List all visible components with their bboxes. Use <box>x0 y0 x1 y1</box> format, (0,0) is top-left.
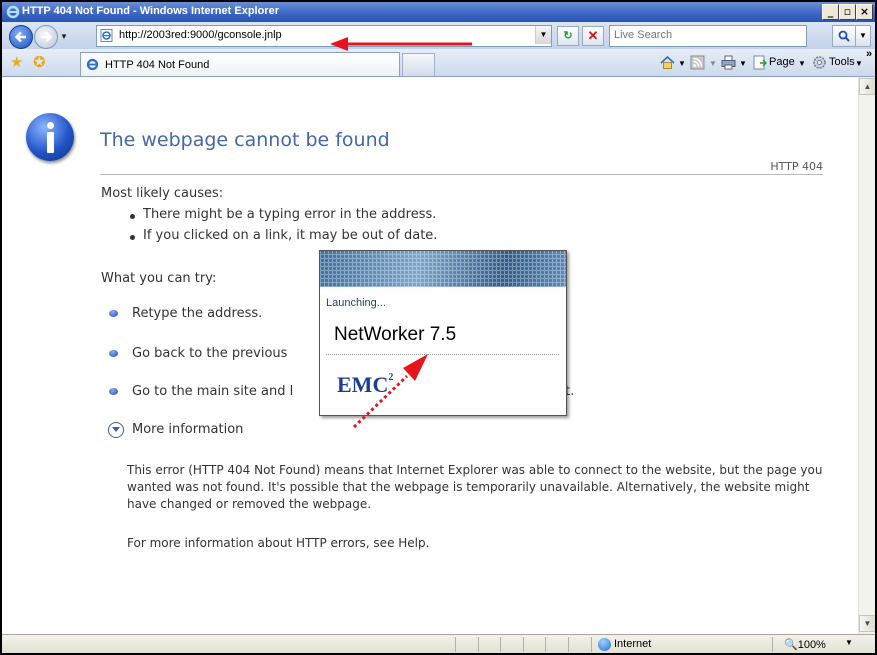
scroll-down-button[interactable]: ▼ <box>859 615 875 632</box>
print-dropdown-icon[interactable]: ▼ <box>739 59 747 68</box>
try-item: Retype the address. <box>132 306 263 321</box>
restore-button[interactable]: ▫ <box>839 4 856 20</box>
causes-heading: Most likely causes: <box>101 186 224 201</box>
search-button[interactable] <box>832 25 856 47</box>
home-icon[interactable] <box>660 55 675 70</box>
status-bar: Internet 🔍100% ▼ <box>2 634 875 653</box>
browser-window: HTTP 404 Not Found - Windows Internet Ex… <box>0 0 877 655</box>
page-icon <box>100 29 113 42</box>
security-zone[interactable]: Internet <box>614 638 651 650</box>
tab-label: HTTP 404 Not Found <box>105 59 210 71</box>
favorites-star-icon[interactable]: ★ <box>10 55 26 71</box>
tools-menu-button[interactable]: Tools <box>829 56 855 68</box>
ie-tab-icon <box>86 58 99 71</box>
networker-splash-dialog: Launching... NetWorker 7.5 EMC2 <box>319 250 567 416</box>
address-dropdown-icon[interactable]: ▼ <box>535 26 551 44</box>
vertical-scrollbar[interactable]: ▲ ▼ <box>858 77 875 634</box>
address-field[interactable]: http://2003red:9000/gconsole.jnlp ▼ <box>96 25 552 47</box>
minimize-button[interactable]: _ <box>822 4 839 20</box>
refresh-button[interactable]: ↻ <box>557 26 579 46</box>
home-dropdown-icon[interactable]: ▼ <box>678 59 686 68</box>
search-input[interactable] <box>614 28 800 42</box>
page-menu-icon <box>753 55 767 70</box>
blue-bullet-icon <box>109 388 118 395</box>
tools-gear-icon <box>813 56 826 69</box>
zoom-level[interactable]: 🔍100% <box>784 638 826 651</box>
close-button[interactable]: × <box>856 4 873 20</box>
feeds-dropdown-icon[interactable]: ▼ <box>709 59 717 68</box>
back-arrow-icon <box>14 31 26 43</box>
page-dropdown-icon[interactable]: ▼ <box>798 59 806 68</box>
print-icon[interactable] <box>721 55 736 70</box>
emc-logo: EMC2 <box>337 371 394 397</box>
feeds-icon[interactable] <box>690 55 705 70</box>
try-item-back-link[interactable]: Go back to the previous <box>132 346 287 361</box>
zoom-dropdown-icon[interactable]: ▼ <box>845 638 853 647</box>
page-menu-button[interactable]: Page <box>769 56 795 68</box>
expand-more-info-icon[interactable] <box>108 422 124 438</box>
error-code: HTTP 404 <box>770 160 823 173</box>
add-favorites-icon[interactable]: ✪ <box>33 55 49 71</box>
bullet <box>130 235 135 240</box>
more-commands-chevron-icon[interactable]: » <box>866 48 872 60</box>
try-item-main-site-link[interactable]: Go to the main site and l <box>132 384 293 399</box>
try-heading: What you can try: <box>101 271 217 286</box>
tools-dropdown-icon[interactable]: ▼ <box>855 59 863 68</box>
heading-divider <box>100 174 823 175</box>
new-tab-button[interactable] <box>402 53 435 76</box>
launching-label: Launching... <box>326 297 386 309</box>
cause-item: If you clicked on a link, it may be out … <box>143 228 438 243</box>
bullet <box>130 214 135 219</box>
blue-bullet-icon <box>109 350 118 357</box>
address-url: http://2003red:9000/gconsole.jnlp <box>119 29 282 41</box>
scroll-up-button[interactable]: ▲ <box>859 78 875 95</box>
error-details: This error (HTTP 404 Not Found) means th… <box>127 463 823 511</box>
splash-divider <box>326 354 559 355</box>
back-button[interactable] <box>9 25 33 49</box>
search-field[interactable] <box>609 25 807 47</box>
ie-logo-icon <box>6 5 20 19</box>
search-icon <box>838 30 850 42</box>
title-bar: HTTP 404 Not Found - Windows Internet Ex… <box>2 2 875 22</box>
info-icon <box>26 113 74 161</box>
more-information-link[interactable]: More information <box>132 422 243 437</box>
window-title: HTTP 404 Not Found - Windows Internet Ex… <box>22 5 279 17</box>
product-name: NetWorker 7.5 <box>334 324 457 345</box>
error-heading: The webpage cannot be found <box>100 129 390 151</box>
history-dropdown-icon[interactable]: ▼ <box>60 32 68 41</box>
page-content: The webpage cannot be found HTTP 404 Mos… <box>2 77 858 634</box>
tab-bar: ★ ✪ HTTP 404 Not Found ▼ ▼ ▼ Page ▼ Tool… <box>2 48 875 77</box>
forward-arrow-icon <box>41 31 53 43</box>
internet-zone-icon <box>598 638 611 651</box>
help-text: For more information about HTTP errors, … <box>127 536 430 550</box>
stop-button[interactable]: ✕ <box>582 26 604 46</box>
blue-bullet-icon <box>109 310 118 317</box>
address-toolbar: ▼ http://2003red:9000/gconsole.jnlp ▼ ↻ … <box>2 22 875 49</box>
search-options-dropdown-icon[interactable]: ▼ <box>855 25 871 47</box>
cause-item: There might be a typing error in the add… <box>143 207 437 222</box>
forward-button[interactable] <box>34 25 58 49</box>
tab-http-404[interactable]: HTTP 404 Not Found <box>80 52 400 76</box>
